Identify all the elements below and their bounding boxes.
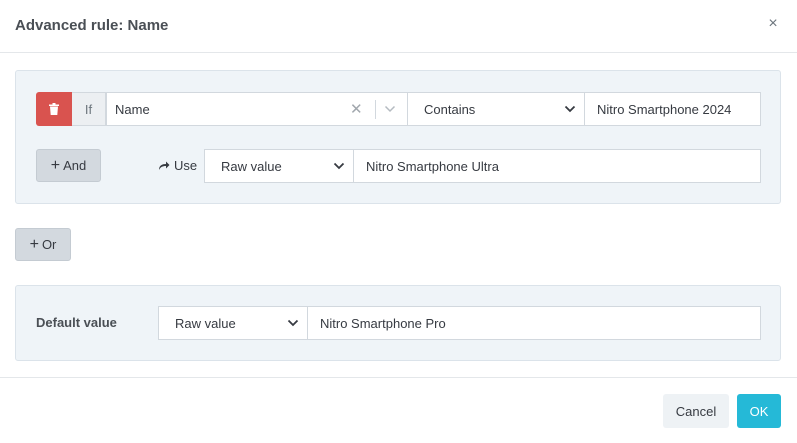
field-select[interactable]: Name ✕ [106, 92, 408, 126]
use-type-select-value: Raw value [221, 159, 282, 174]
use-value-input[interactable]: Nitro Smartphone Ultra [353, 149, 761, 183]
trash-icon [49, 103, 59, 115]
use-label-text: Use [174, 158, 198, 173]
add-and-condition-button[interactable]: + And [36, 149, 101, 182]
share-arrow-icon [159, 161, 170, 170]
chevron-down-icon [564, 105, 576, 113]
cancel-button[interactable]: Cancel [663, 394, 729, 428]
ok-button[interactable]: OK [737, 394, 781, 428]
default-value-label: Default value [36, 315, 117, 330]
chevron-down-icon [333, 162, 345, 170]
default-value-text: Nitro Smartphone Pro [320, 316, 446, 331]
chevron-down-icon[interactable] [384, 102, 396, 116]
match-value-input[interactable]: Nitro Smartphone 2024 [584, 92, 761, 126]
add-or-label: Or [41, 237, 57, 252]
use-value-text: Nitro Smartphone Ultra [366, 159, 499, 174]
operator-select-value: Contains [424, 102, 476, 117]
modal-footer: Cancel OK [0, 377, 797, 443]
add-and-label: And [63, 158, 87, 173]
if-label: If [72, 92, 106, 126]
field-select-value: Name [115, 102, 150, 117]
match-value-text: Nitro Smartphone 2024 [597, 102, 732, 117]
plus-icon: + [29, 235, 39, 253]
modal-title: Advanced rule: Name [15, 17, 169, 34]
modal-header: Advanced rule: Name × [0, 0, 797, 53]
rule-panel: If Name ✕ Contains Nitro Smartphone 2024… [15, 70, 781, 204]
use-label: Use [158, 158, 197, 173]
field-select-separator [375, 100, 376, 119]
default-value-panel: Default value Raw value Nitro Smartphone… [15, 285, 781, 361]
default-type-select[interactable]: Raw value [158, 306, 308, 340]
operator-select[interactable]: Contains [407, 92, 585, 126]
default-value-input[interactable]: Nitro Smartphone Pro [307, 306, 761, 340]
add-or-condition-button[interactable]: + Or [15, 228, 71, 261]
clear-icon[interactable]: ✕ [350, 100, 363, 118]
chevron-down-icon [287, 319, 299, 327]
use-type-select[interactable]: Raw value [204, 149, 354, 183]
close-icon[interactable]: × [766, 15, 780, 33]
delete-condition-button[interactable] [36, 92, 72, 126]
default-type-select-value: Raw value [175, 316, 236, 331]
plus-icon: + [50, 156, 61, 174]
